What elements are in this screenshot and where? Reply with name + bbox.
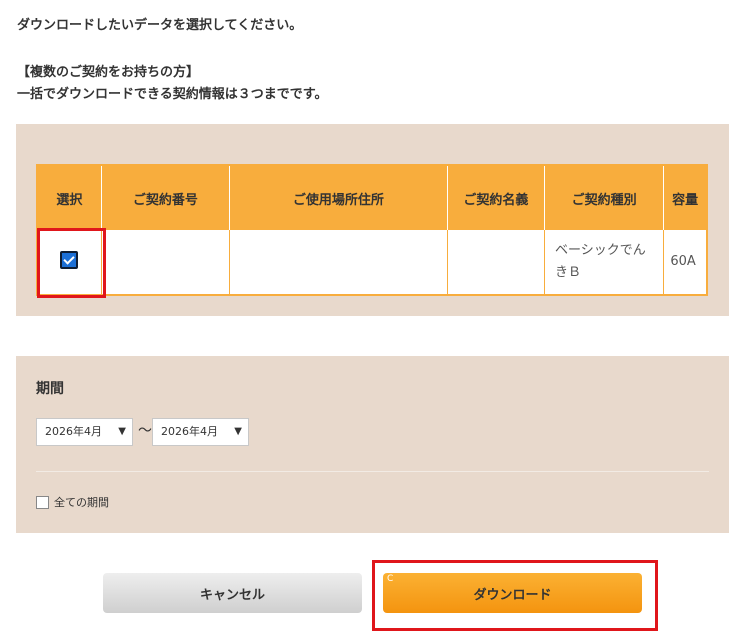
address-cell (229, 230, 448, 295)
table-row: ベーシックでんきＢ 60A (37, 230, 707, 295)
period-title: 期間 (36, 381, 64, 397)
capacity-cell: 60A (663, 230, 707, 295)
contract-number-cell (100, 230, 230, 295)
period-from-select[interactable]: 2026年4月 ▼ (36, 418, 133, 446)
contract-table: 選択 ご契約番号 ご使用場所住所 ご契約名義 ご契約種別 容量 ベーシックでんき… (36, 164, 708, 296)
instruction-text: ダウンロードしたいデータを選択してください。 (17, 18, 303, 33)
contract-type-cell: ベーシックでんきＢ (543, 230, 664, 295)
note-body: 一括でダウンロードできる契約情報は３つまでです。 (17, 87, 328, 102)
chevron-down-icon: ▼ (118, 426, 126, 437)
cancel-button[interactable]: キャンセル (103, 573, 362, 613)
select-highlight-box (37, 228, 106, 298)
header-contract-type: ご契約種別 (543, 165, 664, 230)
period-to-value: 2026年4月 (161, 425, 218, 438)
header-capacity: 容量 (663, 165, 707, 230)
header-holder: ご契約名義 (446, 165, 545, 230)
period-to-select[interactable]: 2026年4月 ▼ (152, 418, 249, 446)
table-header-row: 選択 ご契約番号 ご使用場所住所 ご契約名義 ご契約種別 容量 (37, 165, 707, 230)
header-address: ご使用場所住所 (229, 165, 448, 230)
download-highlight-box (372, 560, 658, 631)
period-divider (36, 471, 709, 472)
all-period-checkbox[interactable] (36, 496, 49, 509)
header-contract-number: ご契約番号 (100, 165, 230, 230)
period-panel: 期間 2026年4月 ▼ ～ 2026年4月 ▼ 全ての期間 (16, 356, 729, 533)
all-period-label[interactable]: 全ての期間 (54, 494, 109, 510)
chevron-down-icon: ▼ (234, 426, 242, 437)
note-heading: 【複数のご契約をお持ちの方】 (17, 65, 200, 80)
header-select: 選択 (37, 165, 102, 230)
period-separator: ～ (138, 423, 152, 439)
holder-cell (446, 230, 545, 295)
contract-list-panel: 選択 ご契約番号 ご使用場所住所 ご契約名義 ご契約種別 容量 ベーシックでんき… (16, 124, 729, 316)
cancel-button-label: キャンセル (199, 587, 265, 603)
period-from-value: 2026年4月 (45, 425, 102, 438)
multi-contract-note: 【複数のご契約をお持ちの方】 一括でダウンロードできる契約情報は３つまでです。 (17, 62, 327, 106)
